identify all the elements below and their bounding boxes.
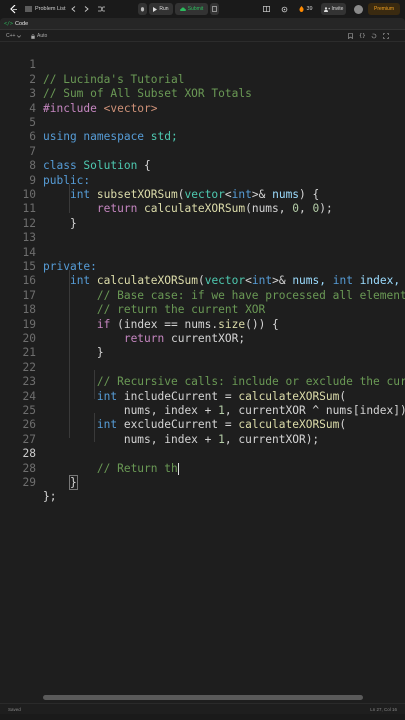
shuffle-icon[interactable] xyxy=(96,0,106,18)
code-line: 10 return calculateXORSum(nums, 0, 0); xyxy=(0,174,405,215)
code-line: 26 nums, index + 1, currentXOR); xyxy=(0,404,405,445)
code-line: 28 } xyxy=(0,447,405,490)
code-line: 21 xyxy=(0,332,405,359)
expand-icon[interactable] xyxy=(383,30,389,42)
tab-code[interactable]: </> Code xyxy=(4,18,28,30)
bookmark-icon[interactable] xyxy=(348,30,353,42)
code-line: 23 int includeCurrent = calculateXORSum( xyxy=(0,361,405,402)
problem-list-link[interactable]: Problem List xyxy=(35,0,67,18)
cursor-position: Ln 27, Col 16 xyxy=(370,707,397,712)
code-line: 12 xyxy=(0,202,405,230)
tab-code-label: Code xyxy=(15,21,29,27)
submit-button[interactable]: Submit xyxy=(175,3,208,15)
fire-icon xyxy=(299,6,305,12)
invite-label: Invite xyxy=(331,6,344,12)
bug-icon[interactable] xyxy=(138,3,147,15)
save-status: Saved xyxy=(8,707,21,712)
layout-icon[interactable] xyxy=(261,0,271,18)
run-button[interactable]: Run xyxy=(149,3,173,15)
invite-button[interactable]: Invite xyxy=(321,3,346,15)
code-line-current: 28 // Return th xyxy=(0,433,405,475)
code-line: 16 // Base case: if we have processed al… xyxy=(0,260,405,301)
code-line: 3 #include <vector> xyxy=(0,73,405,114)
code-editor-panel: </> Code C++ Auto {} 1 // Lucinda's Tuto… xyxy=(0,18,405,714)
code-line: 5 using namespace std; xyxy=(0,102,405,143)
play-icon xyxy=(153,6,158,12)
streak-count: 39 xyxy=(306,6,313,12)
code-line: 1 // Lucinda's Tutorial xyxy=(0,44,405,85)
code-line: 24 nums, index + 1, currentXOR ^ nums[in… xyxy=(0,375,405,417)
horizontal-scrollbar[interactable] xyxy=(43,695,363,700)
run-button-label: Run xyxy=(159,6,169,12)
submit-button-label: Submit xyxy=(187,6,204,12)
top-navigation-bar: Problem List Run Submit 39 Invite Premiu… xyxy=(0,0,405,18)
code-line: 19 return currentXOR; xyxy=(0,303,405,345)
code-line: 29 }; xyxy=(0,462,405,503)
logo-icon[interactable] xyxy=(8,0,20,18)
note-icon[interactable] xyxy=(210,3,219,15)
chevron-right-icon[interactable] xyxy=(82,0,91,18)
chevron-left-icon[interactable] xyxy=(69,0,78,18)
auto-mode-label: Auto xyxy=(37,33,48,39)
language-value: C++ xyxy=(6,33,16,39)
code-line: 20 } xyxy=(0,318,405,359)
braces-icon[interactable]: {} xyxy=(359,30,366,42)
code-line: 2 // Sum of All Subset XOR Totals xyxy=(0,58,405,100)
language-select[interactable]: C++ xyxy=(6,30,22,42)
code-icon: </> xyxy=(4,21,14,27)
code-line: 18 if (index == nums.size()) { xyxy=(0,289,405,330)
code-line: 15 int calculateXORSum(vector<int>& nums… xyxy=(0,246,405,287)
code-line: 6 xyxy=(0,116,405,143)
chevron-down-icon xyxy=(17,34,22,38)
code-line: 11 } xyxy=(0,188,405,229)
code-line: 17 // return the current XOR xyxy=(0,274,405,316)
code-line: 9 int subsetXORSum(vector<int>& nums) { xyxy=(0,159,405,201)
cloud-upload-icon xyxy=(179,7,186,11)
code-line: 4 xyxy=(0,87,405,115)
code-line: 27 xyxy=(0,418,405,446)
code-token: }; xyxy=(43,490,57,504)
undo-icon[interactable] xyxy=(371,30,377,42)
status-bar: Saved Ln 27, Col 16 xyxy=(0,703,405,714)
lock-icon xyxy=(31,33,35,39)
settings-icon[interactable] xyxy=(279,0,289,18)
streak-counter[interactable]: 39 xyxy=(297,0,315,18)
premium-button[interactable]: Premium xyxy=(368,3,400,15)
code-line: 8 public: xyxy=(0,145,405,186)
line-number: 29 xyxy=(22,476,36,489)
list-icon[interactable] xyxy=(24,0,33,18)
user-plus-icon xyxy=(323,6,330,12)
premium-label: Premium xyxy=(373,6,394,12)
code-line: 25 int excludeCurrent = calculateXORSum( xyxy=(0,390,405,431)
code-line: 14 private: xyxy=(0,231,405,273)
code-line: 7 class Solution { xyxy=(0,130,405,172)
avatar[interactable] xyxy=(352,0,364,18)
code-line: 13 xyxy=(0,217,405,244)
editor-toolbar: C++ Auto {} xyxy=(0,30,405,42)
editor-tab-row: </> Code xyxy=(0,18,405,30)
code-line: 22 // Recursive calls: include or exclud… xyxy=(0,346,405,388)
code-token: } xyxy=(68,475,78,490)
auto-mode-toggle[interactable]: Auto xyxy=(31,30,47,42)
